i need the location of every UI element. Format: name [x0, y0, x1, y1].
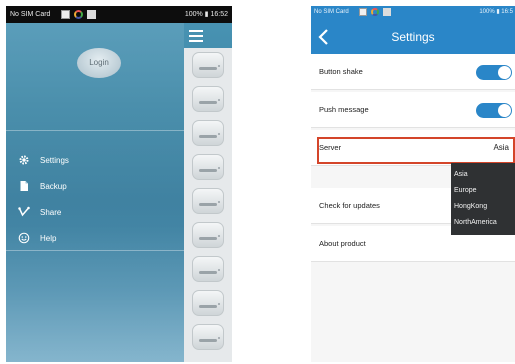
drawer-divider [6, 130, 184, 131]
menu-item-share[interactable]: Share [18, 205, 168, 219]
left-phone-screen: No SIM Card 100% ▮ 16:52 Login Settings … [6, 6, 232, 362]
menu-item-label: Settings [40, 155, 69, 165]
setting-label: Push message [319, 105, 369, 114]
device-card[interactable] [192, 52, 224, 78]
status-icons [61, 10, 96, 19]
device-card[interactable] [192, 324, 224, 350]
server-dropdown: Asia Europe HongKong NorthAmerica [451, 163, 515, 235]
device-card[interactable] [192, 256, 224, 282]
app-bar: Settings [311, 19, 515, 55]
image-notification-icon [359, 8, 367, 16]
setting-push-message: Push message [311, 92, 515, 128]
right-phone-screen: No SIM Card 100% ▮ 16:5 Settings Button … [311, 6, 515, 362]
status-bar: No SIM Card 100% ▮ 16:5 [311, 6, 515, 19]
carrier-text: No SIM Card [314, 9, 349, 15]
carrier-text: No SIM Card [10, 11, 51, 18]
setting-label: Check for updates [319, 201, 380, 210]
device-card[interactable] [192, 188, 224, 214]
gear-icon [19, 155, 29, 165]
app-notification-icon [371, 8, 379, 16]
notification-icon [87, 10, 96, 19]
battery-time-text: 100% ▮ 16:52 [184, 11, 228, 18]
smiley-icon [18, 232, 30, 244]
backup-icon [20, 181, 28, 191]
app-notification-icon [74, 10, 83, 19]
server-option-northamerica[interactable]: NorthAmerica [451, 215, 515, 231]
status-bar: No SIM Card 100% ▮ 16:52 [6, 6, 232, 23]
notification-icon [383, 8, 391, 16]
device-list [184, 48, 232, 362]
login-button[interactable]: Login [77, 48, 121, 78]
share-icon [18, 206, 30, 217]
server-option-hongkong[interactable]: HongKong [451, 199, 515, 215]
setting-label: Button shake [319, 67, 363, 76]
menu-item-backup[interactable]: Backup [18, 179, 168, 193]
button-shake-toggle[interactable] [476, 65, 512, 80]
battery-time-text: 100% ▮ 16:5 [479, 9, 513, 15]
page-title: Settings [391, 30, 435, 44]
device-card[interactable] [192, 154, 224, 180]
image-notification-icon [61, 10, 70, 19]
status-icons [359, 8, 391, 16]
menu-item-help[interactable]: Help [18, 231, 168, 245]
server-highlight-box [317, 137, 515, 164]
device-card[interactable] [192, 120, 224, 146]
device-card[interactable] [192, 86, 224, 112]
setting-button-shake: Button shake [311, 54, 515, 90]
menu-item-settings[interactable]: Settings [18, 153, 168, 167]
server-option-asia[interactable]: Asia [451, 167, 515, 183]
push-message-toggle[interactable] [476, 103, 512, 118]
device-card[interactable] [192, 222, 224, 248]
hamburger-menu-icon[interactable] [189, 30, 203, 42]
menu-item-label: Backup [40, 181, 67, 191]
menu-item-label: Share [40, 207, 62, 217]
setting-label: About product [319, 239, 366, 248]
server-option-europe[interactable]: Europe [451, 183, 515, 199]
menu-item-label: Help [40, 233, 57, 243]
device-card[interactable] [192, 290, 224, 316]
drawer-divider [6, 250, 184, 251]
